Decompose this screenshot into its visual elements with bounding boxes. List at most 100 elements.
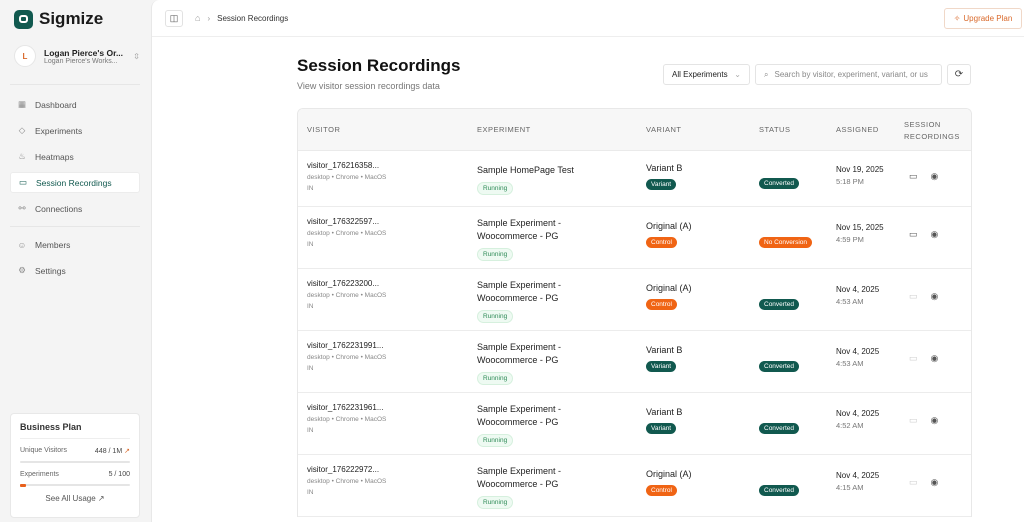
visitor-device: desktop • Chrome • MacOS — [307, 230, 387, 237]
refresh-icon: ⟳ — [954, 69, 964, 80]
sidebar-item-label: Heatmaps — [35, 151, 74, 162]
workspace-name: Logan Pierce's Works... — [44, 57, 118, 65]
experiment-status-badge: Running — [477, 310, 514, 323]
visitor-country: IN — [307, 489, 314, 496]
sidebar-item-session-recordings[interactable]: ▭ Session Recordings — [10, 172, 140, 193]
assigned-time: 5:18 PM — [836, 177, 864, 186]
home-icon[interactable]: ⌂ — [195, 13, 200, 23]
variant-type-badge: Control — [646, 485, 677, 496]
plan-usage-card: Business Plan Unique Visitors 448 / 1M ↗ … — [10, 413, 140, 518]
assigned-time: 4:53 AM — [836, 297, 864, 306]
video-off-icon: ▭ — [909, 415, 918, 425]
sidebar-item-dashboard[interactable]: ▦ Dashboard — [10, 94, 140, 115]
plan-title: Business Plan — [20, 422, 130, 439]
video-icon[interactable]: ▭ — [909, 171, 918, 182]
table-row[interactable]: visitor_1762231991... desktop • Chrome • … — [298, 331, 971, 393]
visitor-country: IN — [307, 427, 314, 434]
experiments-progress — [20, 483, 130, 487]
variant-name: Variant B — [646, 163, 683, 173]
table-row[interactable]: visitor_176322597...desktop • Chrome • M… — [298, 207, 971, 269]
visitor-device: desktop • Chrome • MacOS — [307, 174, 387, 181]
video-off-icon: ▭ — [909, 477, 918, 487]
sidebar-item-members[interactable]: ☺ Members — [10, 234, 140, 255]
visitor-country: IN — [307, 303, 314, 310]
eye-icon[interactable]: ◉ — [931, 229, 939, 240]
assigned-date: Nov 4, 2025 — [836, 285, 880, 294]
variant-type-badge: Variant — [646, 361, 677, 372]
table-row[interactable]: visitor_176222972... desktop • Chrome • M… — [298, 455, 971, 517]
assigned-time: 4:53 AM — [836, 359, 864, 368]
sidebar-item-label: Members — [35, 239, 71, 250]
sidebar-item-experiments[interactable]: ◇ Experiments — [10, 120, 140, 141]
logo-icon — [14, 9, 33, 29]
refresh-button[interactable]: ⟳ — [947, 64, 971, 85]
visitor-device: desktop • Chrome • MacOS — [307, 478, 387, 485]
eye-icon[interactable]: ◉ — [931, 415, 939, 426]
avatar: L — [14, 45, 36, 67]
sparkle-icon: ✧ — [953, 14, 961, 23]
experiment-name: Sample HomePage Test — [477, 165, 574, 175]
visitor-device: desktop • Chrome • MacOS — [307, 416, 387, 423]
visitors-label: Unique Visitors — [20, 447, 67, 454]
chevron-up-down-icon: ⇳ — [133, 51, 140, 61]
sidebar-toggle-button[interactable]: ◫ — [165, 9, 183, 27]
org-switcher[interactable]: L Logan Pierce's Or... Logan Pierce's Wo… — [14, 45, 140, 67]
app-name: Sigmize — [39, 9, 104, 28]
sidebar: Sigmize L Logan Pierce's Or... Logan Pie… — [0, 0, 150, 522]
assigned-time: 4:52 AM — [836, 421, 864, 430]
col-variant: VARIANT — [646, 125, 682, 134]
col-session-recordings: SESSION RECORDINGS — [904, 119, 960, 143]
divider — [10, 226, 140, 227]
table-row[interactable]: visitor_176223200...desktop • Chrome • M… — [298, 269, 971, 331]
visitor-country: IN — [307, 185, 314, 192]
search-input[interactable] — [774, 70, 935, 79]
upgrade-plan-button[interactable]: ✧ Upgrade Plan — [944, 8, 1022, 29]
eye-icon[interactable]: ◉ — [931, 291, 939, 302]
trend-icon: ↗ — [124, 448, 130, 455]
sidebar-item-heatmaps[interactable]: ♨ Heatmaps — [10, 146, 140, 167]
table-row[interactable]: visitor_1762231961... desktop • Chrome • … — [298, 393, 971, 455]
sidebar-item-settings[interactable]: ⚙ Settings — [10, 260, 140, 281]
breadcrumb: ⌂ › Session Recordings — [195, 13, 288, 23]
visitor-id: visitor_176216358... — [307, 161, 380, 170]
assigned-time: 4:59 PM — [836, 235, 864, 244]
experiment-name: Sample Experiment - Woocommerce - PG — [477, 404, 562, 427]
experiment-name: Sample Experiment - Woocommerce - PG — [477, 466, 562, 489]
experiment-filter-select[interactable]: All Experiments ⌄ — [663, 64, 750, 85]
upgrade-label: Upgrade Plan — [963, 14, 1013, 23]
experiments-label: Experiments — [20, 471, 59, 478]
conversion-status-badge: Converted — [759, 178, 799, 189]
table-row[interactable]: visitor_176216358...desktop • Chrome • M… — [298, 151, 971, 207]
experiment-status-badge: Running — [477, 496, 514, 509]
assigned-time: 4:15 AM — [836, 483, 864, 492]
eye-icon[interactable]: ◉ — [931, 171, 939, 182]
sidebar-item-label: Session Recordings — [36, 177, 112, 188]
chevron-down-icon: ⌄ — [734, 70, 741, 79]
dashboard-icon: ▦ — [17, 99, 27, 109]
sidebar-item-label: Settings — [35, 265, 66, 276]
sidebar-item-connections[interactable]: ⚯ Connections — [10, 198, 140, 219]
visitor-device: desktop • Chrome • MacOS — [307, 354, 387, 361]
page-subtitle: View visitor session recordings data — [297, 81, 440, 91]
conversion-status-badge: No Conversion — [759, 237, 812, 248]
connections-icon: ⚯ — [18, 203, 26, 213]
col-status: STATUS — [759, 125, 791, 134]
assigned-date: Nov 15, 2025 — [836, 223, 884, 232]
see-all-usage-link[interactable]: See All Usage ↗ — [20, 494, 130, 503]
search-box[interactable]: ⌕ — [755, 64, 942, 85]
variant-type-badge: Variant — [646, 179, 677, 190]
topbar: ◫ ⌂ › Session Recordings ✧ Upgrade Plan — [152, 0, 1024, 37]
video-icon[interactable]: ▭ — [909, 229, 918, 240]
visitors-progress — [20, 460, 130, 464]
experiments-value: 5 / 100 — [108, 471, 130, 478]
visitor-id: visitor_176223200... — [307, 279, 380, 288]
eye-icon[interactable]: ◉ — [931, 477, 939, 488]
visitor-device: desktop • Chrome • MacOS — [307, 292, 387, 299]
experiment-status-badge: Running — [477, 182, 514, 195]
assigned-date: Nov 4, 2025 — [836, 471, 880, 480]
visitor-id: visitor_176322597... — [307, 217, 380, 226]
logo[interactable]: Sigmize — [14, 9, 103, 29]
divider — [10, 84, 140, 85]
eye-icon[interactable]: ◉ — [931, 353, 939, 364]
experiment-status-badge: Running — [477, 372, 514, 385]
